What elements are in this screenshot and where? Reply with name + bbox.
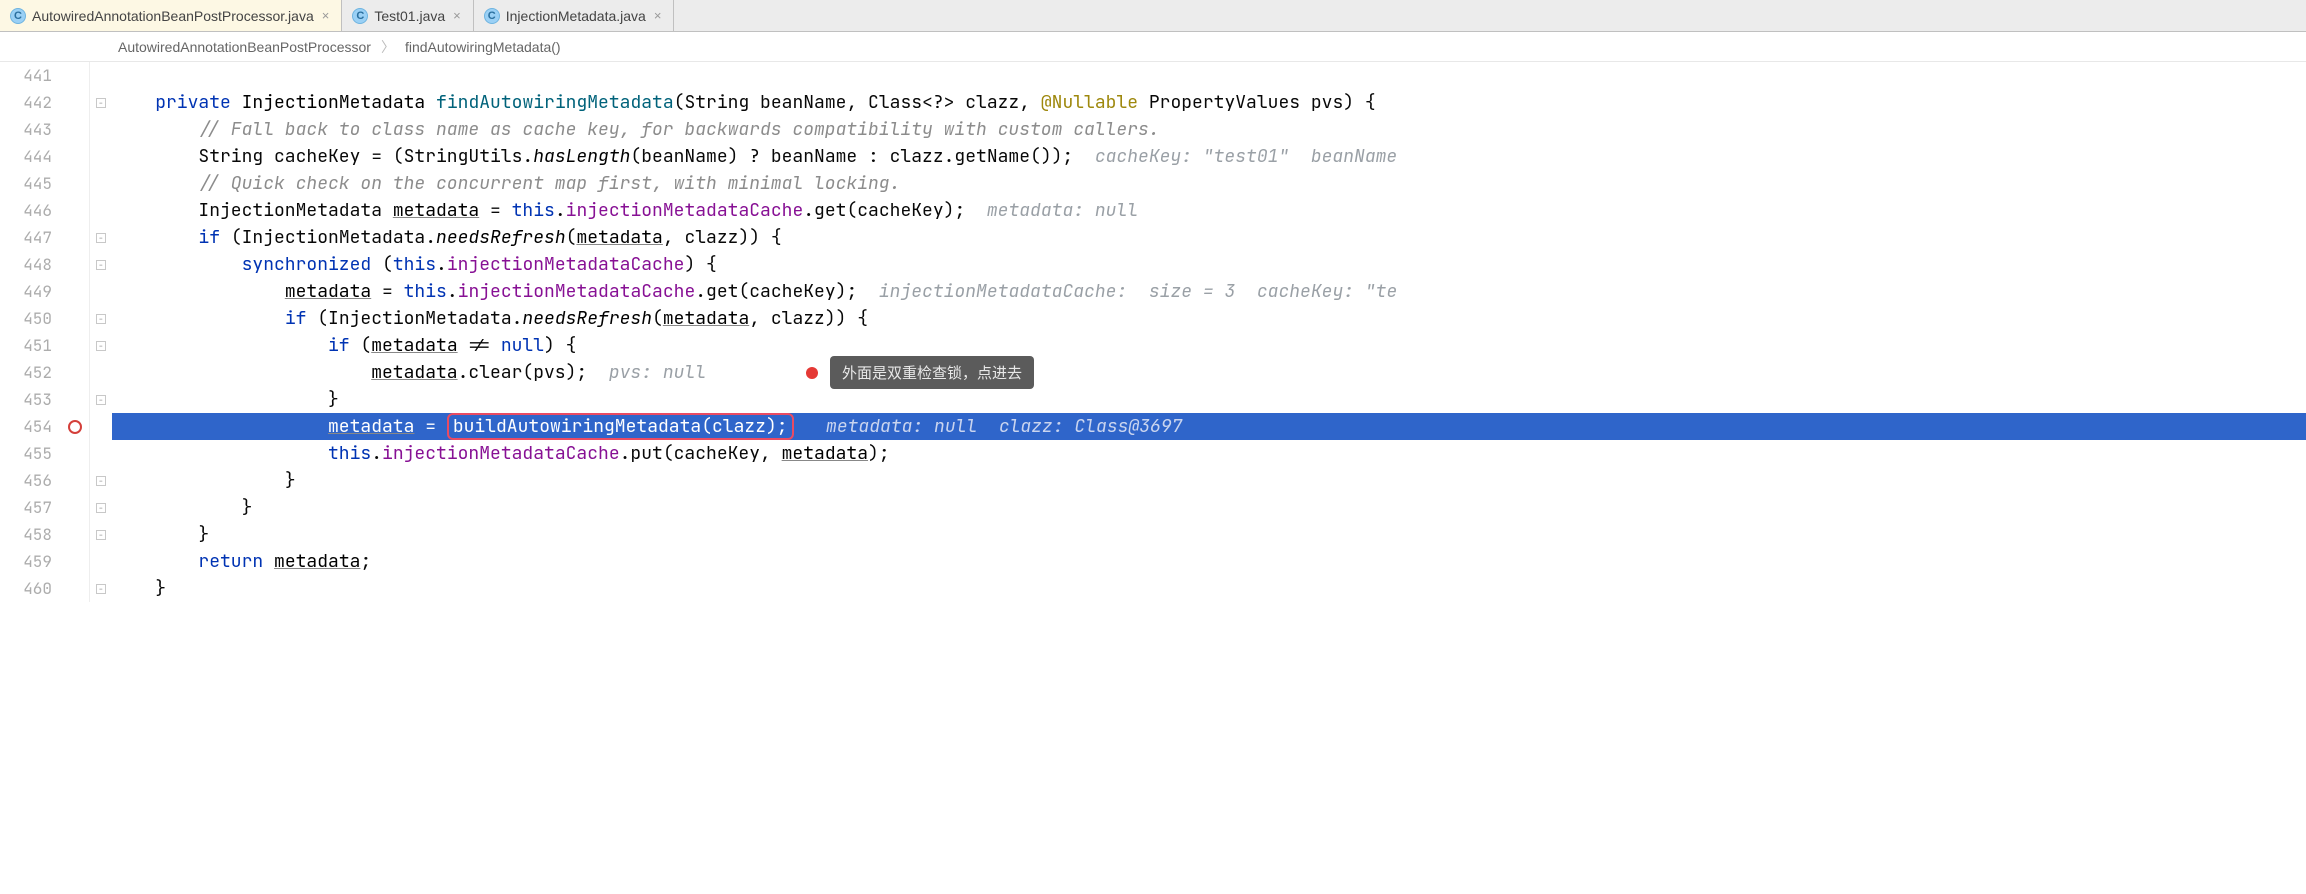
chevron-right-icon: 〉: [381, 37, 395, 57]
bookmark-dot-icon: [806, 367, 818, 379]
fold-icon[interactable]: −: [96, 584, 106, 594]
inline-debug-hint: cacheKey: "test01" beanName: [1073, 145, 1397, 168]
close-icon[interactable]: ×: [451, 8, 463, 23]
inline-debug-hint: metadata: null clazz: Class@3697: [794, 415, 1183, 438]
fold-icon[interactable]: −: [96, 341, 106, 351]
code-line[interactable]: if (metadata != null) {: [112, 332, 2306, 359]
code-line[interactable]: String cacheKey = (StringUtils.hasLength…: [112, 143, 2306, 170]
code-area[interactable]: private InjectionMetadata findAutowiring…: [112, 62, 2306, 602]
annotation-bookmark[interactable]: 外面是双重检查锁，点进去: [806, 356, 1034, 389]
code-line[interactable]: InjectionMetadata metadata = this.inject…: [112, 197, 2306, 224]
close-icon[interactable]: ×: [320, 8, 332, 23]
fold-icon[interactable]: −: [96, 314, 106, 324]
code-line[interactable]: metadata = this.injectionMetadataCache.g…: [112, 278, 2306, 305]
line-number: 458: [0, 521, 52, 548]
code-line[interactable]: if (InjectionMetadata.needsRefresh(metad…: [112, 224, 2306, 251]
inline-debug-hint: pvs: null: [587, 361, 706, 384]
code-line[interactable]: return metadata;: [112, 548, 2306, 575]
code-line[interactable]: // Quick check on the concurrent map fir…: [112, 170, 2306, 197]
line-number: 456: [0, 467, 52, 494]
fold-icon[interactable]: −: [96, 233, 106, 243]
code-line[interactable]: if (InjectionMetadata.needsRefresh(metad…: [112, 305, 2306, 332]
breadcrumb-method[interactable]: findAutowiringMetadata(): [405, 39, 561, 55]
java-class-icon: C: [10, 8, 26, 24]
tab-autowired-processor[interactable]: C AutowiredAnnotationBeanPostProcessor.j…: [0, 0, 342, 31]
line-number: 442: [0, 89, 52, 116]
fold-icon[interactable]: −: [96, 530, 106, 540]
code-line[interactable]: }: [112, 467, 2306, 494]
line-number: 459: [0, 548, 52, 575]
annotation-tooltip: 外面是双重检查锁，点进去: [830, 356, 1034, 389]
line-number: 455: [0, 440, 52, 467]
highlighted-call[interactable]: buildAutowiringMetadata(clazz);: [447, 413, 794, 440]
line-number: 441: [0, 62, 52, 89]
close-icon[interactable]: ×: [652, 8, 664, 23]
tab-label: InjectionMetadata.java: [506, 8, 646, 24]
line-number: 444: [0, 143, 52, 170]
tab-test01[interactable]: C Test01.java ×: [342, 0, 473, 31]
code-line-current[interactable]: metadata = buildAutowiringMetadata(clazz…: [112, 413, 2306, 440]
line-number: 454: [0, 413, 52, 440]
line-number: 457: [0, 494, 52, 521]
line-number-gutter: 441 442 443 444 445 446 447 448 449 450 …: [0, 62, 60, 602]
code-line[interactable]: }: [112, 521, 2306, 548]
tab-label: AutowiredAnnotationBeanPostProcessor.jav…: [32, 8, 314, 24]
fold-icon[interactable]: −: [96, 503, 106, 513]
tab-injection-metadata[interactable]: C InjectionMetadata.java ×: [474, 0, 675, 31]
line-number: 447: [0, 224, 52, 251]
code-editor[interactable]: 441 442 443 444 445 446 447 448 449 450 …: [0, 62, 2306, 602]
code-line[interactable]: private InjectionMetadata findAutowiring…: [112, 89, 2306, 116]
line-number: 450: [0, 305, 52, 332]
code-line[interactable]: [112, 62, 2306, 89]
fold-icon[interactable]: −: [96, 476, 106, 486]
code-line[interactable]: this.injectionMetadataCache.put(cacheKey…: [112, 440, 2306, 467]
breakpoint-icon: [68, 420, 82, 434]
fold-gutter[interactable]: − − − − − − − − − −: [90, 62, 112, 602]
breakpoint-gutter[interactable]: [60, 62, 90, 602]
code-line[interactable]: }: [112, 575, 2306, 602]
code-line[interactable]: // Fall back to class name as cache key,…: [112, 116, 2306, 143]
fold-icon[interactable]: −: [96, 260, 106, 270]
breadcrumb-class[interactable]: AutowiredAnnotationBeanPostProcessor: [118, 39, 371, 55]
breakpoint-marker[interactable]: [60, 413, 89, 440]
tab-label: Test01.java: [374, 8, 445, 24]
line-number: 443: [0, 116, 52, 143]
java-class-icon: C: [352, 8, 368, 24]
fold-icon[interactable]: −: [96, 98, 106, 108]
java-class-icon: C: [484, 8, 500, 24]
fold-icon[interactable]: −: [96, 395, 106, 405]
line-number: 449: [0, 278, 52, 305]
breadcrumb: AutowiredAnnotationBeanPostProcessor 〉 f…: [0, 32, 2306, 62]
code-line[interactable]: }: [112, 386, 2306, 413]
line-number: 453: [0, 386, 52, 413]
line-number: 446: [0, 197, 52, 224]
code-line[interactable]: }: [112, 494, 2306, 521]
inline-debug-hint: metadata: null: [965, 199, 1138, 222]
line-number: 460: [0, 575, 52, 602]
line-number: 452: [0, 359, 52, 386]
code-line[interactable]: synchronized (this.injectionMetadataCach…: [112, 251, 2306, 278]
line-number: 445: [0, 170, 52, 197]
editor-tabs: C AutowiredAnnotationBeanPostProcessor.j…: [0, 0, 2306, 32]
inline-debug-hint: injectionMetadataCache: size = 3 cacheKe…: [857, 280, 1397, 303]
line-number: 451: [0, 332, 52, 359]
code-line[interactable]: metadata.clear(pvs); pvs: null: [112, 359, 2306, 386]
line-number: 448: [0, 251, 52, 278]
